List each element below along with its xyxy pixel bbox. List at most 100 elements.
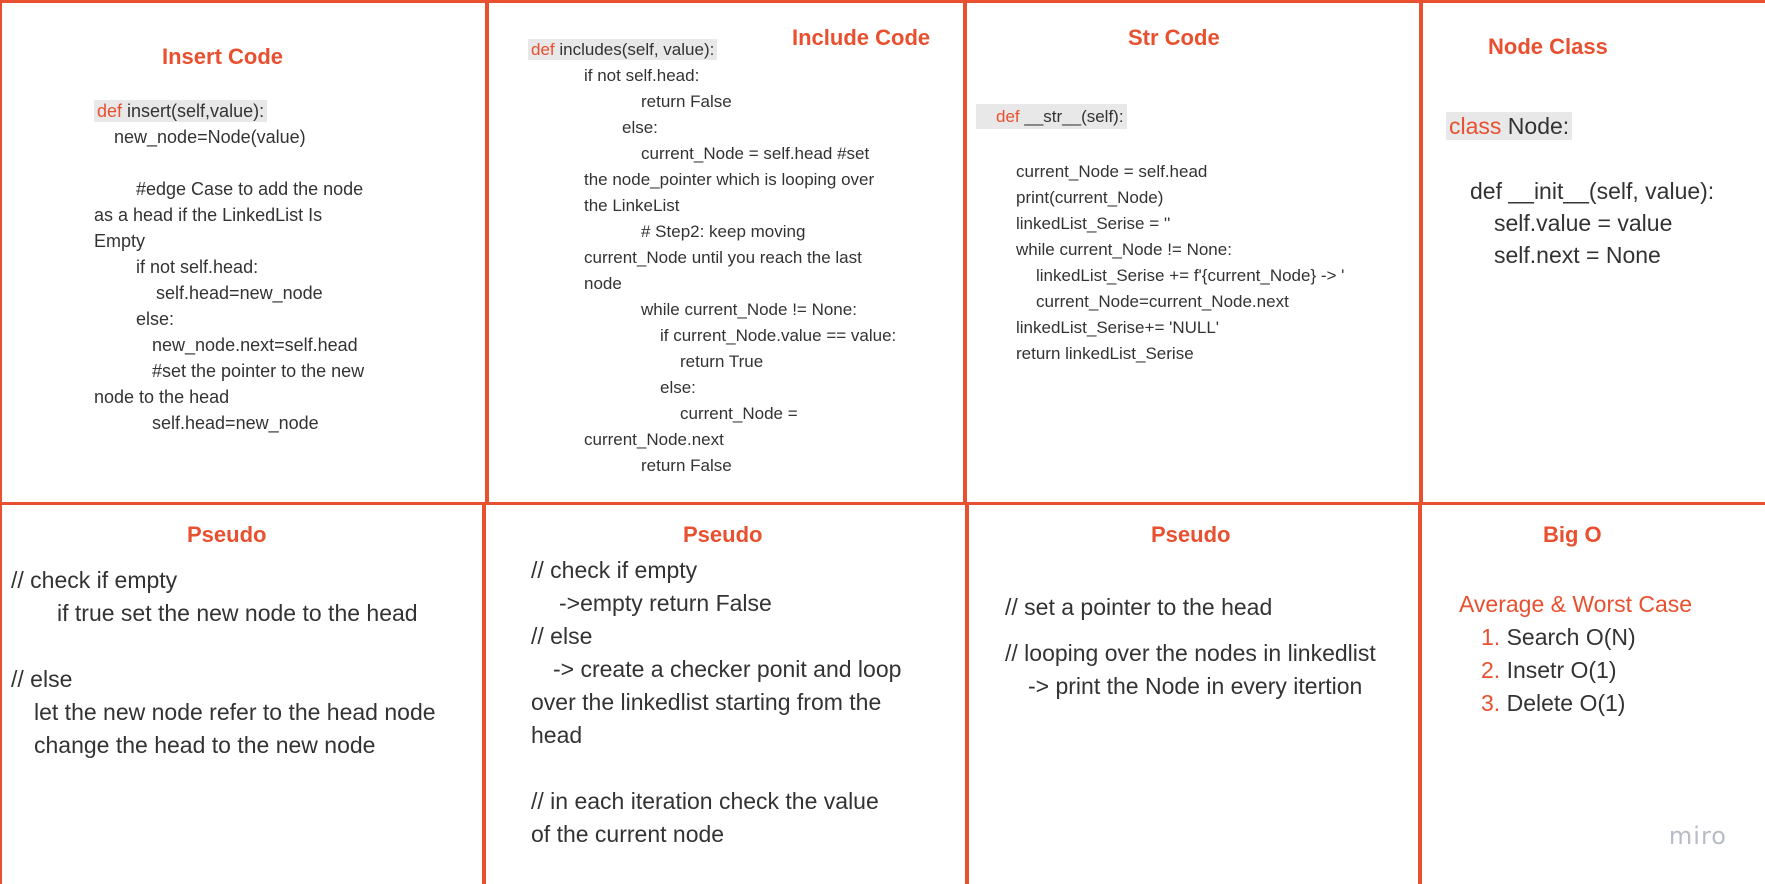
pseudo-line: // else bbox=[11, 666, 73, 692]
pseudo-line: of the current node bbox=[531, 821, 725, 847]
miro-board: Insert Code def insert(self,value): new_… bbox=[0, 0, 1765, 884]
list-text: Delete O(1) bbox=[1506, 690, 1626, 716]
pseudo-line: if true set the new node to the head bbox=[57, 600, 418, 626]
pseudo-line: -> print the Node in every itertion bbox=[1028, 673, 1363, 699]
pseudo-str-title: Pseudo bbox=[1151, 522, 1231, 547]
list-text: Insetr O(1) bbox=[1506, 657, 1617, 683]
grid-line-col1-top bbox=[485, 0, 489, 503]
code-line: else: bbox=[622, 118, 658, 137]
code-line: if not self.head: bbox=[584, 66, 700, 85]
code-line: if not self.head: bbox=[136, 257, 259, 277]
code-line: return False bbox=[641, 92, 732, 111]
str-code-title: Str Code bbox=[1128, 25, 1220, 50]
insert-code-block: def insert(self,value): new_node=Node(va… bbox=[94, 99, 364, 437]
grid-line-col2-top bbox=[963, 0, 967, 503]
code-line: current_Node=current_Node.next bbox=[1036, 292, 1289, 311]
code-line: self.head=new_node bbox=[152, 413, 319, 433]
code-line: current_Node = self.head #set bbox=[641, 144, 870, 163]
pseudo-line: ->empty return False bbox=[559, 590, 772, 616]
grid-line-left-edge bbox=[0, 0, 2, 884]
code-line: def __init__(self, value): bbox=[1470, 178, 1715, 204]
code-line: as a head if the LinkedList Is bbox=[94, 205, 323, 225]
code-line: else: bbox=[136, 309, 175, 329]
str-code-block: current_Node = self.head print(current_N… bbox=[1016, 160, 1344, 368]
big-o-item: 2. Insetr O(1) bbox=[1459, 654, 1692, 687]
big-o-item: 3. Delete O(1) bbox=[1459, 687, 1692, 720]
include-def-line: def includes(self, value): bbox=[528, 38, 896, 64]
node-class-def-line: class Node: bbox=[1446, 110, 1573, 143]
pseudo-include-block: // check if empty ->empty return False /… bbox=[531, 554, 901, 851]
insert-def-line: def insert(self,value): bbox=[94, 99, 364, 125]
code-line: while current_Node != None: bbox=[1016, 240, 1232, 259]
code-line: current_Node.next bbox=[584, 430, 724, 449]
list-number: 1. bbox=[1481, 624, 1501, 650]
code-line: if current_Node.value == value: bbox=[660, 326, 897, 345]
grid-line-middle bbox=[0, 502, 1765, 505]
code-line: self.next = None bbox=[1494, 242, 1661, 268]
code-line: linkedList_Serise = '' bbox=[1016, 214, 1171, 233]
pseudo-line: -> create a checker ponit and loop bbox=[553, 656, 902, 682]
pseudo-str-block: // set a pointer to the head // looping … bbox=[1005, 591, 1376, 703]
grid-line-col2-bottom bbox=[965, 503, 969, 884]
pseudo-line: // looping over the nodes in linkedlist bbox=[1005, 640, 1376, 666]
list-text: Search O(N) bbox=[1506, 624, 1636, 650]
code-line: new_node.next=self.head bbox=[152, 335, 358, 355]
pseudo-line: // else bbox=[531, 623, 593, 649]
code-line: self.value = value bbox=[1494, 210, 1673, 236]
code-line: node to the head bbox=[94, 387, 230, 407]
def-signature: insert(self,value): bbox=[122, 101, 265, 121]
insert-code-title: Insert Code bbox=[162, 44, 284, 69]
include-code-block: def includes(self, value): if not self.h… bbox=[528, 38, 896, 480]
big-o-title: Big O bbox=[1543, 522, 1602, 547]
code-line: current_Node until you reach the last bbox=[584, 248, 862, 267]
pseudo-line: over the linkedlist starting from the bbox=[531, 689, 882, 715]
code-line: return linkedList_Serise bbox=[1016, 344, 1194, 363]
code-line: while current_Node != None: bbox=[641, 300, 857, 319]
code-line: the LinkeList bbox=[584, 196, 680, 215]
pseudo-line: change the head to the new node bbox=[34, 732, 376, 758]
list-number: 3. bbox=[1481, 690, 1501, 716]
pseudo-line bbox=[531, 752, 901, 785]
big-o-block: Average & Worst Case 1. Search O(N) 2. I… bbox=[1459, 588, 1692, 720]
miro-logo: miro bbox=[1668, 822, 1727, 850]
big-o-item: 1. Search O(N) bbox=[1459, 621, 1692, 654]
code-line: linkedList_Serise += f'{current_Node} ->… bbox=[1036, 266, 1345, 285]
grid-line-top bbox=[0, 0, 1765, 3]
code-line: the node_pointer which is looping over bbox=[584, 170, 875, 189]
pseudo-include-title: Pseudo bbox=[683, 522, 763, 547]
pseudo-line: let the new node refer to the head node bbox=[34, 699, 436, 725]
class-signature: Node: bbox=[1501, 113, 1570, 139]
def-signature: includes(self, value): bbox=[554, 40, 715, 59]
def-keyword: def bbox=[996, 107, 1020, 126]
grid-line-col3-top bbox=[1419, 0, 1423, 503]
pseudo-line bbox=[11, 630, 436, 663]
str-def-line: def __str__(self): bbox=[976, 104, 1127, 129]
code-line: Empty bbox=[94, 231, 146, 251]
big-o-subtitle: Average & Worst Case bbox=[1459, 591, 1693, 617]
code-line: print(current_Node) bbox=[1016, 188, 1164, 207]
pseudo-insert-title: Pseudo bbox=[187, 522, 267, 547]
code-line: current_Node = bbox=[680, 404, 798, 423]
class-keyword: class bbox=[1449, 113, 1502, 139]
list-number: 2. bbox=[1481, 657, 1501, 683]
def-keyword: def bbox=[531, 40, 555, 59]
pseudo-insert-block: // check if empty if true set the new no… bbox=[11, 564, 436, 762]
code-line: #set the pointer to the new bbox=[152, 361, 365, 381]
code-line: #edge Case to add the node bbox=[136, 179, 364, 199]
code-line: node bbox=[584, 274, 622, 293]
grid-line-col3-bottom bbox=[1418, 503, 1422, 884]
grid-line-col1-bottom bbox=[482, 503, 486, 884]
pseudo-line: // check if empty bbox=[11, 567, 178, 593]
pseudo-line: // in each iteration check the value bbox=[531, 788, 879, 814]
code-line: self.head=new_node bbox=[156, 283, 323, 303]
code-line: else: bbox=[660, 378, 696, 397]
def-keyword: def bbox=[97, 101, 123, 121]
code-line: return True bbox=[680, 352, 764, 371]
node-class-block: def __init__(self, value): self.value = … bbox=[1470, 175, 1714, 271]
pseudo-line: // set a pointer to the head bbox=[1005, 594, 1273, 620]
code-line: # Step2: keep moving bbox=[641, 222, 806, 241]
code-line: current_Node = self.head bbox=[1016, 162, 1208, 181]
code-line: return False bbox=[641, 456, 732, 475]
pseudo-line: // check if empty bbox=[531, 557, 698, 583]
